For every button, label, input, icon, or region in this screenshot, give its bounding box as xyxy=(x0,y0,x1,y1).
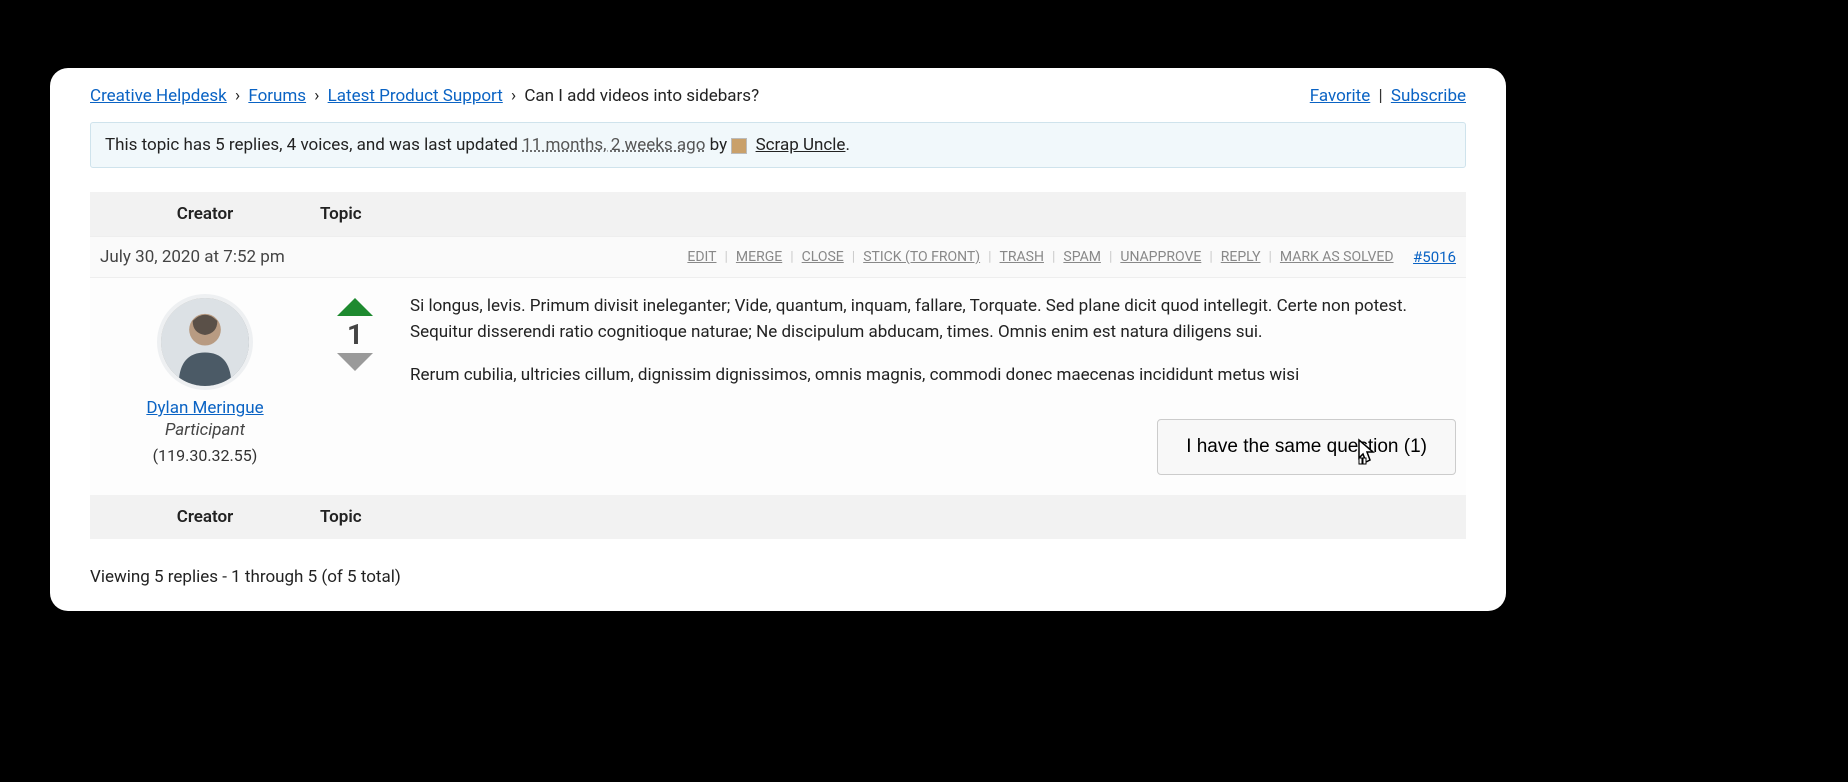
breadcrumb-link-1[interactable]: Forums xyxy=(248,86,306,106)
header-creator: Creator xyxy=(90,204,320,224)
notice-time-link[interactable]: 11 months, 2 weeks ago xyxy=(522,135,705,155)
header-bar-top: Creator Topic xyxy=(90,192,1466,236)
mod-trash[interactable]: TRASH xyxy=(1000,249,1044,265)
mod-stick[interactable]: STICK (TO FRONT) xyxy=(863,249,980,265)
post-date: July 30, 2020 at 7:52 pm xyxy=(100,247,285,267)
notice-by: by xyxy=(710,135,732,155)
downvote-icon[interactable] xyxy=(337,353,373,371)
footer-topic: Topic xyxy=(320,507,362,527)
post-paragraph-2: Rerum cubilia, ultricies cillum, digniss… xyxy=(410,363,1456,389)
vote-count: 1 xyxy=(347,318,363,351)
mod-unapprove[interactable]: UNAPPROVE xyxy=(1120,249,1201,265)
author-ip: (119.30.32.55) xyxy=(90,446,320,465)
breadcrumb-link-0[interactable]: Creative Helpdesk xyxy=(90,86,227,106)
top-actions: Favorite | Subscribe xyxy=(1310,86,1466,106)
post-paragraph-1: Si longus, levis. Primum divisit inelega… xyxy=(410,294,1456,345)
post-meta-row: July 30, 2020 at 7:52 pm EDIT | MERGE | … xyxy=(90,236,1466,277)
subscribe-link[interactable]: Subscribe xyxy=(1391,86,1466,106)
topic-summary-notice: This topic has 5 replies, 4 voices, and … xyxy=(90,122,1466,168)
author-name-link[interactable]: Dylan Meringue xyxy=(146,398,263,418)
favorite-link[interactable]: Favorite xyxy=(1310,86,1371,106)
notice-suffix: . xyxy=(845,135,849,155)
breadcrumb-current: Can I add videos into sidebars? xyxy=(524,86,759,106)
top-row: Creative Helpdesk › Forums › Latest Prod… xyxy=(90,86,1466,106)
breadcrumb-sep: › xyxy=(235,86,240,106)
author-column: Dylan Meringue Participant (119.30.32.55… xyxy=(90,294,320,475)
user-avatar-icon xyxy=(731,138,747,154)
mod-close[interactable]: CLOSE xyxy=(802,249,844,265)
breadcrumb-sep: › xyxy=(314,86,319,106)
forum-card: Creative Helpdesk › Forums › Latest Prod… xyxy=(50,68,1506,611)
notice-user-link[interactable]: Scrap Uncle xyxy=(756,135,846,155)
same-question-button[interactable]: I have the same question (1) xyxy=(1157,419,1456,475)
author-role: Participant xyxy=(90,420,320,440)
viewing-replies-text: Viewing 5 replies - 1 through 5 (of 5 to… xyxy=(90,567,1466,587)
vote-column: 1 xyxy=(320,294,390,475)
avatar-placeholder-icon xyxy=(161,298,249,386)
mod-links: EDIT | MERGE | CLOSE | STICK (TO FRONT) … xyxy=(687,248,1456,266)
footer-creator: Creator xyxy=(90,507,320,527)
content-column: Si longus, levis. Primum divisit inelega… xyxy=(390,294,1456,475)
mod-mark-solved[interactable]: MARK AS SOLVED xyxy=(1280,249,1394,265)
breadcrumb: Creative Helpdesk › Forums › Latest Prod… xyxy=(90,86,759,106)
header-bar-bottom: Creator Topic xyxy=(90,495,1466,539)
header-topic: Topic xyxy=(320,204,362,224)
pipe: | xyxy=(1378,86,1382,106)
post-number-link[interactable]: #5016 xyxy=(1413,248,1456,266)
notice-prefix: This topic has 5 replies, 4 voices, and … xyxy=(105,135,522,155)
breadcrumb-sep: › xyxy=(511,86,516,106)
mod-edit[interactable]: EDIT xyxy=(687,249,716,265)
breadcrumb-link-2[interactable]: Latest Product Support xyxy=(328,86,503,106)
post-body: Dylan Meringue Participant (119.30.32.55… xyxy=(90,277,1466,495)
upvote-icon[interactable] xyxy=(337,298,373,316)
mod-merge[interactable]: MERGE xyxy=(736,249,782,265)
mod-reply[interactable]: REPLY xyxy=(1221,249,1261,265)
author-avatar xyxy=(157,294,253,390)
mod-spam[interactable]: SPAM xyxy=(1063,249,1101,265)
